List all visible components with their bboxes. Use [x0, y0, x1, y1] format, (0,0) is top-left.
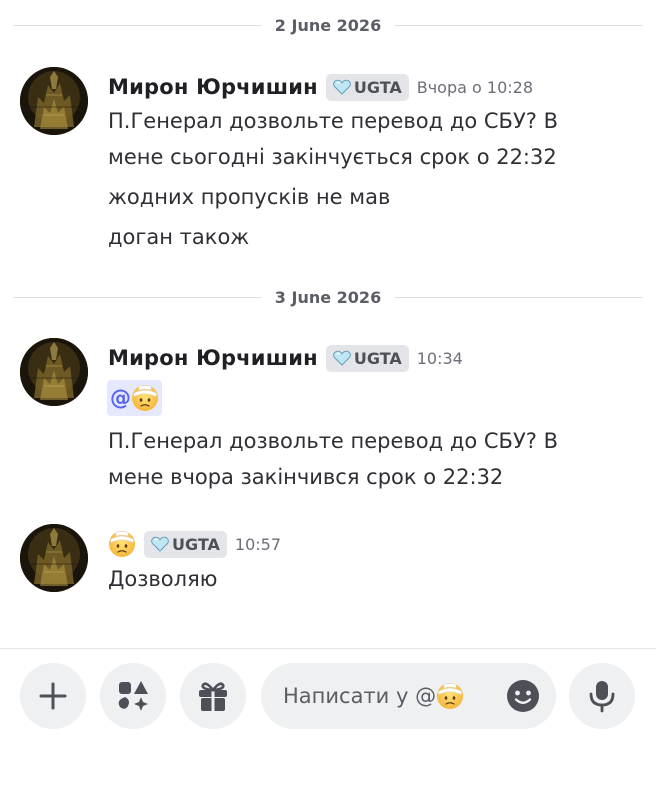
placeholder-text: Написати у @ [283, 684, 437, 708]
add-attachment-button[interactable] [20, 663, 86, 729]
heart-gem-icon [333, 79, 351, 95]
user-mention[interactable]: @ [107, 380, 162, 416]
microphone-icon [589, 681, 615, 713]
bandage-face-emoji-icon [436, 682, 464, 710]
message-text-line: П.Генерал дозвольте перевод до СБУ? В [108, 429, 558, 453]
date-label: 3 June 2026 [260, 288, 396, 308]
message-text-line: мене сьогодні закінчується срок о 22:32 [108, 145, 557, 169]
mention-symbol: @ [110, 386, 131, 410]
username[interactable]: Мирон Юрчишин [108, 75, 318, 99]
message-text-line: мене вчора закінчився срок о 22:32 [108, 465, 504, 489]
composer-divider [0, 648, 656, 649]
date-divider: 3 June 2026 [14, 288, 642, 308]
avatar[interactable] [20, 524, 88, 592]
username[interactable]: Мирон Юрчишин [108, 346, 318, 370]
plus-icon [39, 682, 67, 710]
timestamp: 10:34 [416, 348, 463, 368]
apps-button[interactable] [100, 663, 166, 729]
avatar[interactable] [20, 67, 88, 135]
avatar-image [20, 524, 88, 592]
message-text-line: Дозволяю [108, 567, 218, 591]
gift-icon [199, 682, 227, 711]
message-header: Мирон Юрчишин UGTA 10:34 [108, 343, 463, 373]
message-text-line: жодних пропусків не мав [108, 185, 391, 209]
message-header: Мирон Юрчишин UGTA Вчора о 10:28 [108, 72, 533, 102]
guild-tag-label: UGTA [353, 77, 402, 97]
apps-icon [118, 681, 148, 711]
message-input-placeholder: Написати у @ [283, 682, 464, 710]
guild-tag[interactable]: UGTA [325, 344, 409, 372]
heart-gem-icon [151, 536, 169, 552]
guild-tag-label: UGTA [353, 348, 402, 368]
timestamp: Вчора о 10:28 [416, 77, 533, 97]
avatar-image [20, 67, 88, 135]
emoji-icon[interactable] [506, 679, 540, 713]
heart-gem-icon [333, 350, 351, 366]
date-divider: 2 June 2026 [14, 16, 642, 36]
avatar-image [20, 338, 88, 406]
guild-tag[interactable]: UGTA [144, 530, 227, 558]
voice-message-button[interactable] [569, 663, 635, 729]
message-header: UGTA 10:57 [108, 529, 281, 559]
gift-button[interactable] [180, 663, 246, 729]
message-text-line: доган також [108, 225, 250, 249]
avatar[interactable] [20, 338, 88, 406]
bandage-face-emoji-icon [131, 384, 159, 412]
date-label: 2 June 2026 [260, 16, 396, 36]
message-input[interactable]: Написати у @ [261, 663, 556, 729]
timestamp: 10:57 [234, 534, 282, 554]
guild-tag[interactable]: UGTA [325, 73, 409, 101]
message-text-line: П.Генерал дозвольте перевод до СБУ? В [108, 109, 558, 133]
bandage-face-emoji-icon[interactable] [108, 530, 136, 558]
guild-tag-label: UGTA [172, 534, 220, 554]
